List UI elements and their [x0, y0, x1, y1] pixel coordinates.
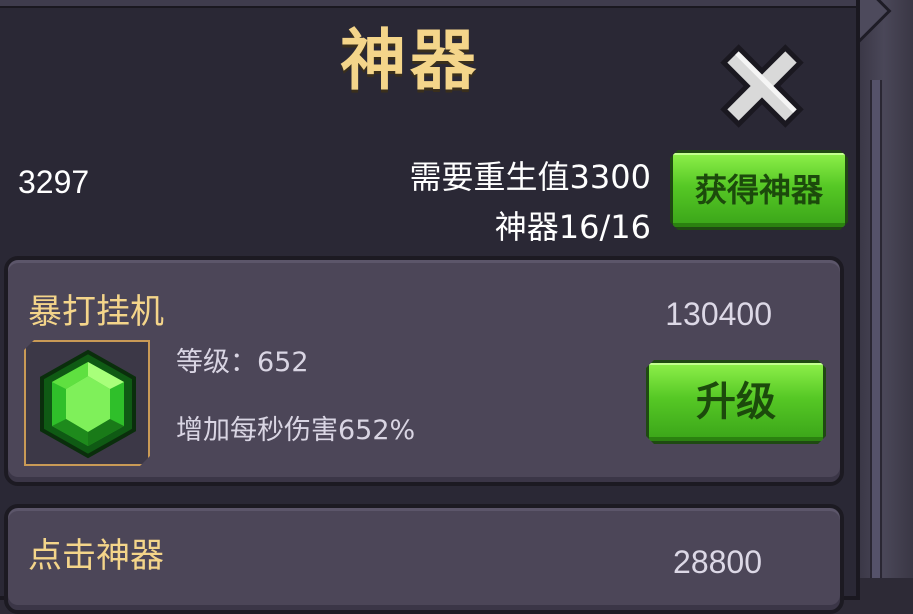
artifact-icon-frame [24, 340, 150, 466]
rebirth-currency-value: 3297 [18, 164, 90, 200]
get-artifact-button[interactable]: 获得神器 [670, 150, 848, 230]
artifact-card: 点击神器 28800 [4, 504, 844, 614]
upgrade-cost: 130400 [665, 296, 772, 332]
artifact-name: 点击神器 [28, 536, 164, 576]
artifact-name: 暴打挂机 [28, 292, 164, 332]
panel-top-border [0, 0, 856, 8]
upgrade-button[interactable]: 升级 [646, 360, 826, 444]
upgrade-cost: 28800 [673, 544, 762, 580]
artifact-level: 等级：652 [176, 347, 309, 378]
close-button[interactable] [712, 36, 812, 136]
artifact-effect: 增加每秒伤害652% [176, 415, 416, 446]
artifact-count: 神器16/16 [494, 208, 651, 246]
side-rail [860, 0, 913, 578]
close-x-icon [720, 44, 804, 128]
rebirth-requirement: 需要重生值3300 [409, 158, 651, 196]
page-title: 神器 [340, 22, 480, 99]
green-gem-icon [34, 348, 142, 460]
